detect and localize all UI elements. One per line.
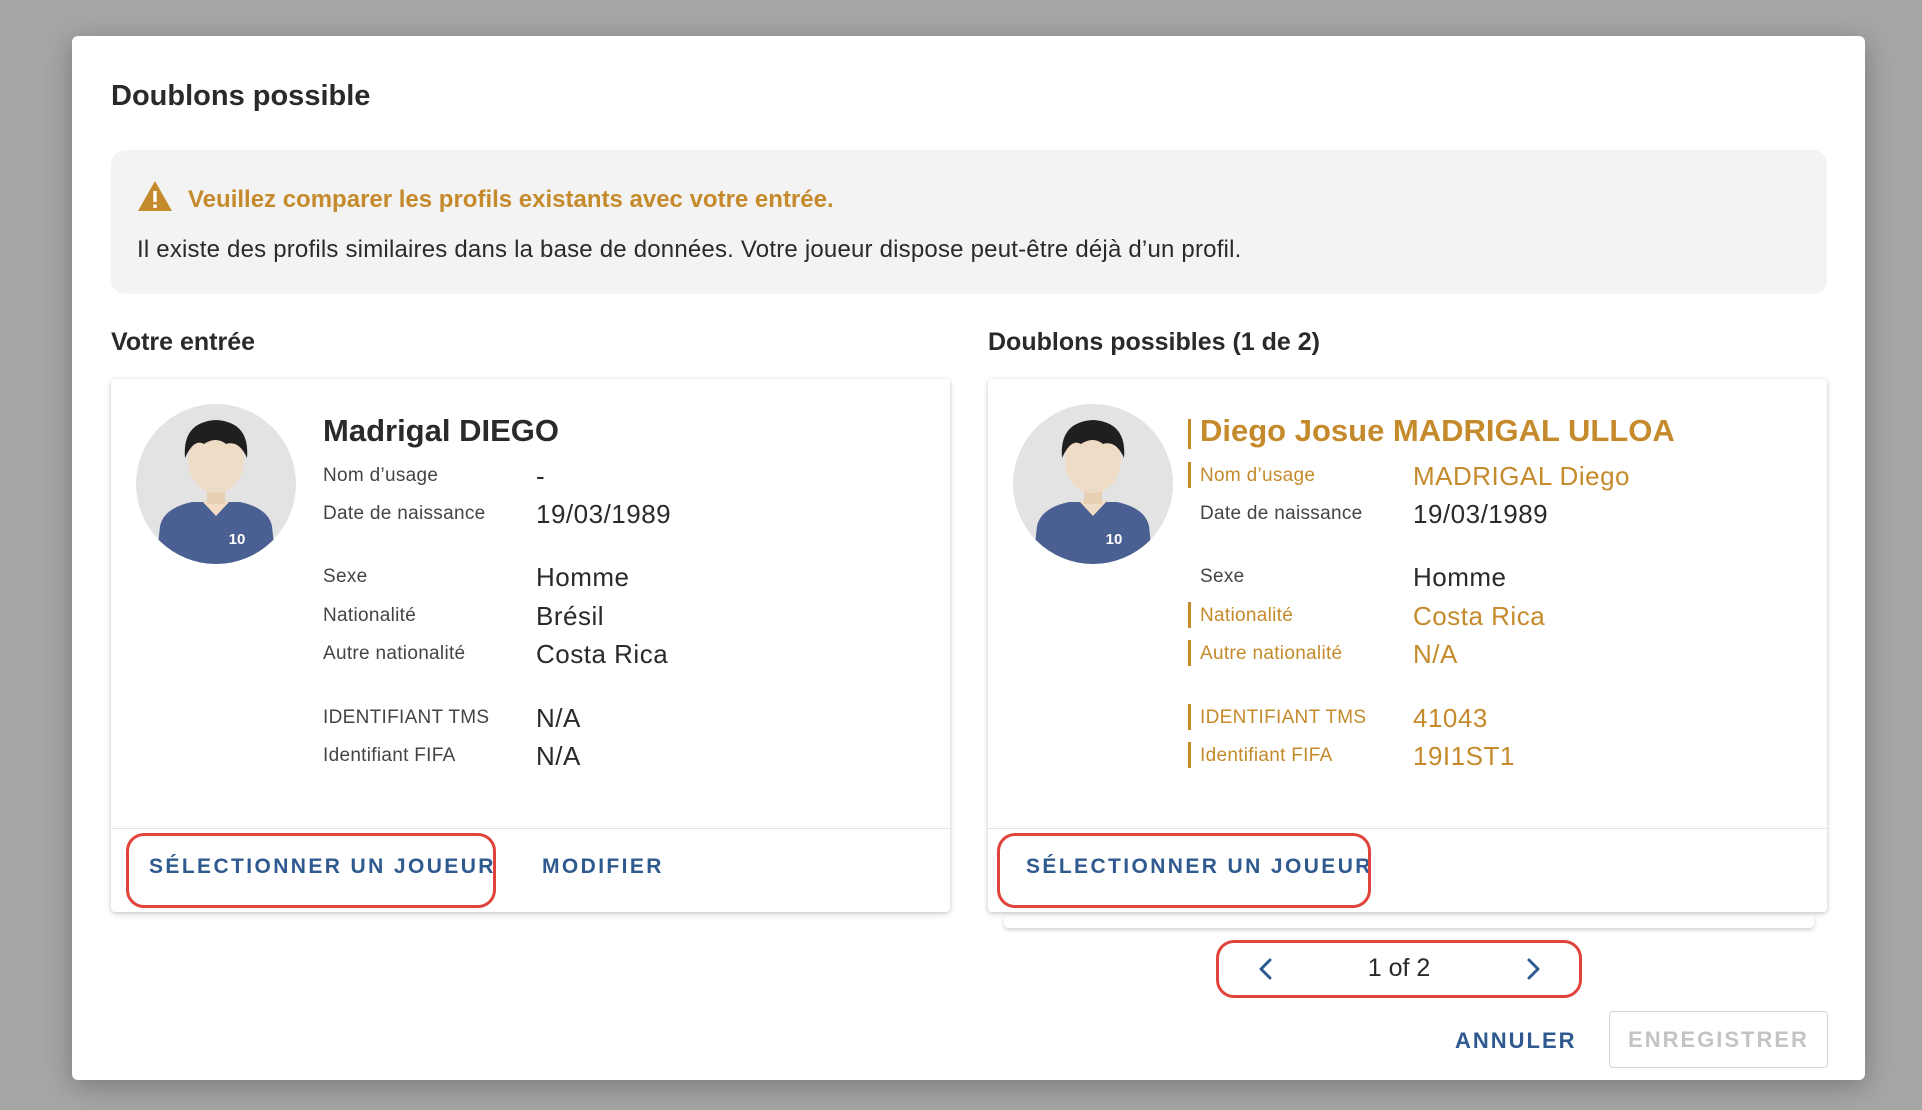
your-entry-title: Votre entrée — [111, 328, 256, 356]
field-value: Costa Rica — [1413, 601, 1546, 631]
field-label: Autre nationalité — [1200, 643, 1343, 664]
alert-title: Veuillez comparer les profils existants … — [188, 186, 834, 213]
field-fifa-id: Identifiant FIFA 19I1ST1 — [1188, 740, 1800, 772]
field-value: Brésil — [536, 601, 605, 631]
field-label: IDENTIFIANT TMS — [1200, 707, 1367, 728]
field-label: Date de naissance — [1200, 503, 1363, 524]
field-value: Homme — [1413, 562, 1507, 592]
field-tms-id: IDENTIFIANT TMS N/A — [323, 702, 923, 734]
dialog-title: Doublons possible — [111, 80, 371, 112]
field-value: 19/03/1989 — [536, 499, 672, 529]
select-highlight-annotation — [997, 833, 1371, 908]
field-fifa-id: Identifiant FIFA N/A — [323, 740, 923, 772]
duplicate-pager: 1 of 2 — [1216, 940, 1582, 998]
field-nationality: Nationalité Costa Rica — [1188, 600, 1800, 632]
field-label: IDENTIFIANT TMS — [323, 707, 490, 728]
field-value: MADRIGAL Diego — [1413, 461, 1630, 491]
field-value: 41043 — [1413, 703, 1488, 733]
field-value: Costa Rica — [536, 639, 669, 669]
field-usage-name: Nom d’usage MADRIGAL Diego — [1188, 460, 1800, 492]
field-value: - — [536, 461, 546, 491]
jersey-number: 10 — [1106, 531, 1123, 548]
field-value: N/A — [536, 741, 581, 771]
player-name: Diego Josue MADRIGAL ULLOA — [1200, 413, 1675, 448]
player-name: Madrigal DIEGO — [323, 413, 559, 448]
field-other-nationality: Autre nationalité N/A — [1188, 638, 1800, 670]
possible-duplicates-title: Doublons possibles (1 de 2) — [988, 328, 1320, 356]
modify-button[interactable]: MODIFIER — [542, 855, 664, 879]
difference-marker — [1188, 419, 1191, 449]
field-value: Homme — [536, 562, 630, 592]
field-label: Date de naissance — [323, 503, 486, 524]
field-nationality: Nationalité Brésil — [323, 600, 923, 632]
warning-icon — [138, 181, 172, 211]
field-value: N/A — [1413, 639, 1458, 669]
player-avatar-icon: 10 — [136, 404, 296, 564]
jersey-number: 10 — [229, 531, 246, 548]
alert-text: Il existe des profils similaires dans la… — [137, 236, 1242, 263]
select-highlight-annotation — [126, 833, 496, 908]
cancel-button[interactable]: ANNULER — [1455, 1028, 1577, 1054]
field-label: Nom d’usage — [323, 465, 439, 486]
field-tms-id: IDENTIFIANT TMS 41043 — [1188, 702, 1800, 734]
field-label: Sexe — [323, 566, 368, 587]
field-label: Sexe — [1200, 566, 1245, 587]
field-value: N/A — [536, 703, 581, 733]
field-birth-date: Date de naissance 19/03/1989 — [323, 498, 923, 530]
warning-alert: Veuillez comparer les profils existants … — [111, 150, 1827, 294]
duplicates-dialog: Doublons possible Veuillez comparer les … — [72, 36, 1865, 1080]
field-value: 19/03/1989 — [1413, 499, 1549, 529]
field-label: Identifiant FIFA — [1200, 745, 1333, 766]
field-label: Autre nationalité — [323, 643, 466, 664]
field-label: Nationalité — [1200, 605, 1294, 626]
field-label: Nationalité — [323, 605, 417, 626]
field-birth-date: Date de naissance 19/03/1989 — [1200, 498, 1800, 530]
field-label: Identifiant FIFA — [323, 745, 456, 766]
field-sex: Sexe Homme — [323, 561, 923, 593]
stacked-card-edge — [1004, 916, 1814, 928]
player-avatar-icon: 10 — [1013, 404, 1173, 564]
field-usage-name: Nom d’usage - — [323, 460, 923, 492]
save-button[interactable]: ENREGISTRER — [1609, 1011, 1828, 1068]
field-value: 19I1ST1 — [1413, 741, 1515, 771]
field-label: Nom d’usage — [1200, 465, 1316, 486]
field-other-nationality: Autre nationalité Costa Rica — [323, 638, 923, 670]
chevron-right-icon[interactable] — [1518, 954, 1548, 984]
field-sex: Sexe Homme — [1200, 561, 1800, 593]
